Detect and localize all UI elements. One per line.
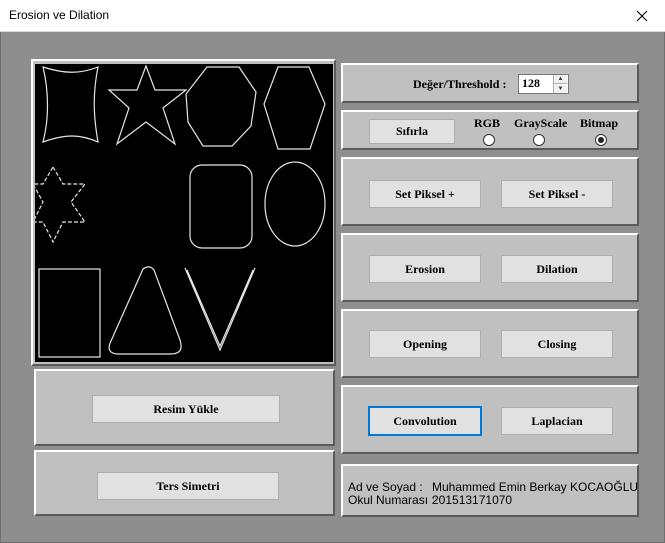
radio-rgb-label: RGB [474, 116, 501, 130]
client-area: Resim Yükle Ters Simetri Değer/Threshold… [1, 32, 664, 542]
title-bar: Erosion ve Dilation [0, 0, 665, 32]
set-pixel-minus-button[interactable]: Set Piksel - [501, 180, 613, 208]
radio-rgb[interactable] [483, 134, 495, 146]
close-icon [636, 10, 648, 21]
erosion-button[interactable]: Erosion [369, 255, 481, 283]
convolution-button[interactable]: Convolution [368, 406, 482, 436]
pixel-panel: Set Piksel + Set Piksel - [341, 157, 639, 226]
threshold-spinner[interactable]: 128 ▲ ▼ [518, 74, 569, 94]
opening-button[interactable]: Opening [369, 330, 481, 358]
window-title: Erosion ve Dilation [9, 8, 110, 22]
mirror-button[interactable]: Ters Simetri [97, 472, 279, 500]
radio-grayscale[interactable] [533, 134, 545, 146]
info-panel: Ad ve Soyad : Muhammed Emin Berkay KOCAO… [341, 464, 639, 517]
spin-down-icon[interactable]: ▼ [554, 85, 567, 93]
morph-panel: Erosion Dilation [341, 233, 639, 302]
name-key: Ad ve Soyad : [348, 480, 423, 494]
number-value: 201513171070 [432, 493, 513, 507]
radio-grayscale-label: GrayScale [514, 116, 568, 130]
reset-button[interactable]: Sıfırla [369, 119, 455, 144]
laplacian-button[interactable]: Laplacian [501, 407, 613, 435]
image-canvas [35, 64, 333, 362]
mirror-panel: Ters Simetri [34, 450, 335, 516]
set-pixel-plus-button[interactable]: Set Piksel + [369, 180, 481, 208]
radio-bitmap-label: Bitmap [580, 116, 619, 130]
radio-bitmap[interactable] [595, 134, 607, 146]
load-image-button[interactable]: Resim Yükle [92, 395, 280, 423]
close-button[interactable] [619, 0, 665, 31]
threshold-panel: Değer/Threshold : 128 ▲ ▼ [341, 63, 639, 103]
spinner-arrows: ▲ ▼ [553, 75, 568, 93]
morph2-panel: Opening Closing [341, 309, 639, 378]
filter-panel: Convolution Laplacian [341, 385, 639, 454]
load-panel: Resim Yükle [34, 369, 335, 446]
dilation-button[interactable]: Dilation [501, 255, 613, 283]
threshold-label: Değer/Threshold : [413, 77, 507, 91]
threshold-value[interactable]: 128 [522, 76, 540, 91]
spin-up-icon[interactable]: ▲ [554, 75, 567, 84]
name-value: Muhammed Emin Berkay KOCAOĞLU [432, 480, 639, 494]
number-key: Okul Numarası : [348, 493, 435, 507]
mode-panel: Sıfırla RGB GrayScale Bitmap [341, 110, 639, 150]
closing-button[interactable]: Closing [501, 330, 613, 358]
